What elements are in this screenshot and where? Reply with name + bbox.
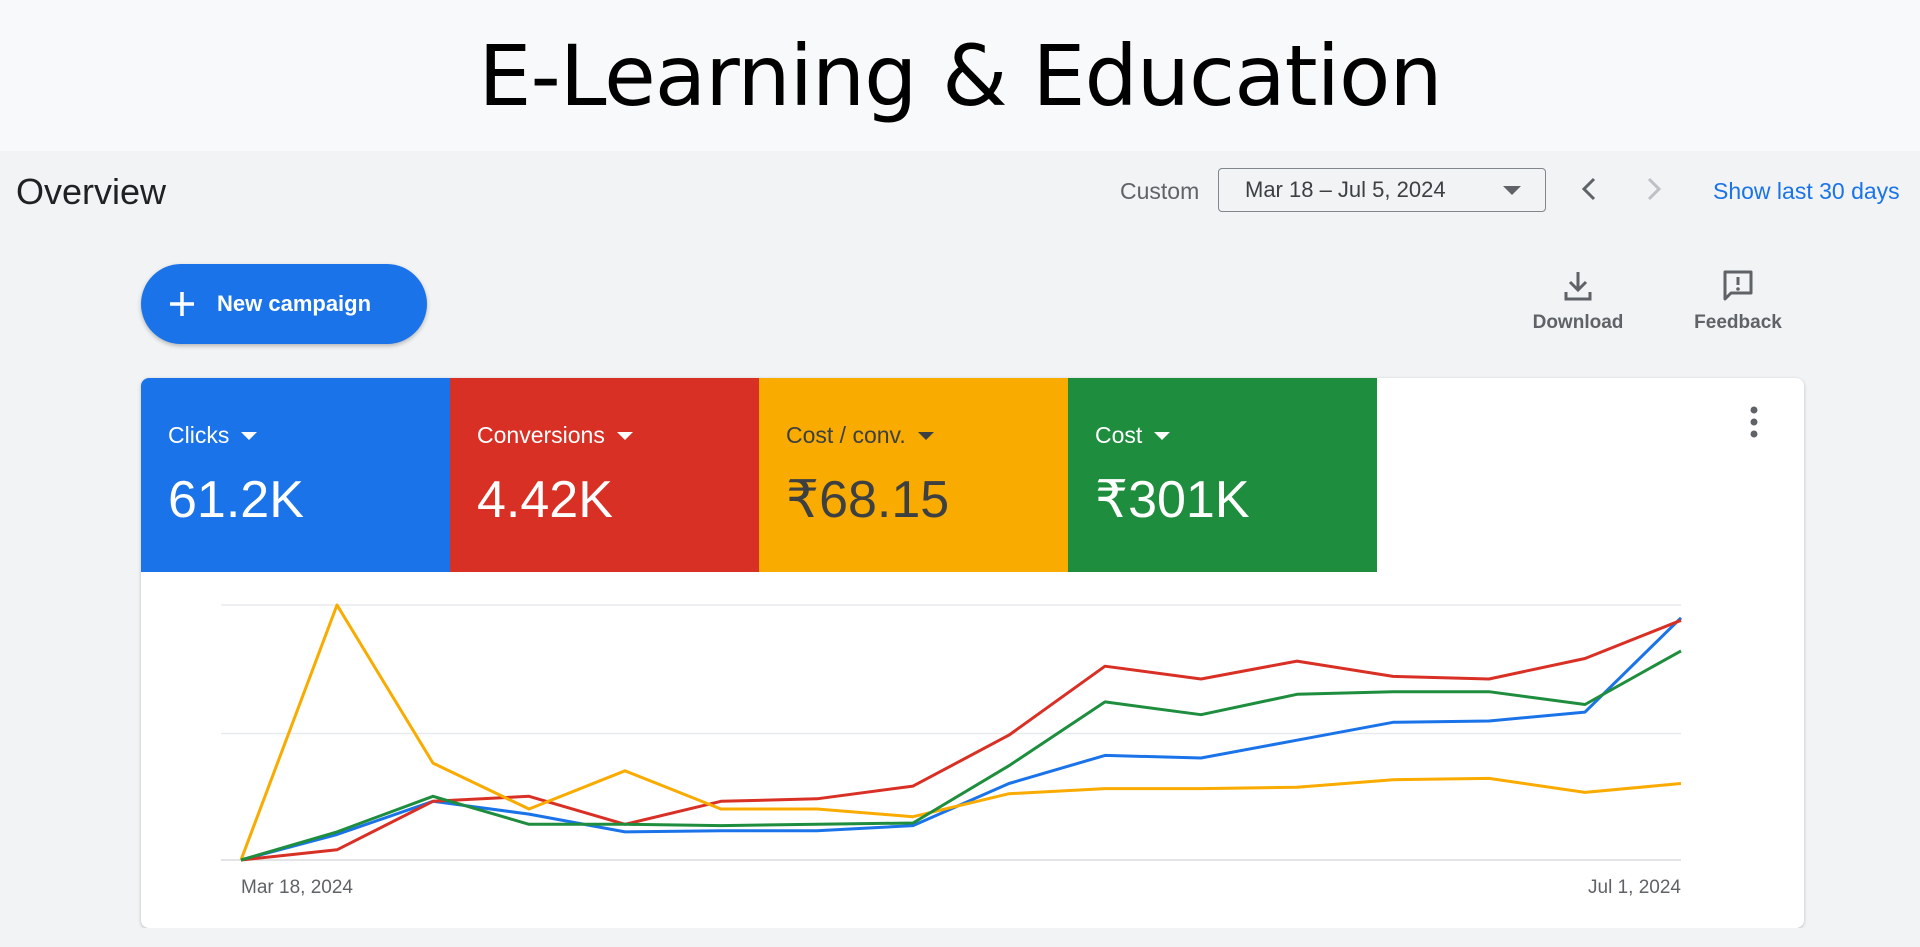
metric-tile-conversions[interactable]: Conversions 4.42K [450,378,759,572]
metric-value: ₹301K [1095,471,1250,529]
dropdown-arrow-icon [616,431,633,440]
metric-tile-clicks[interactable]: Clicks 61.2K [141,378,450,572]
feedback-label: Feedback [1694,312,1782,333]
metric-label: Clicks [168,422,230,448]
page-title: Overview [16,171,167,212]
download-label: Download [1532,312,1624,333]
feedback-icon [1723,270,1753,301]
chevron-right-icon[interactable] [1633,169,1673,209]
metric-value: 61.2K [168,471,304,529]
metric-value: 4.42K [477,471,613,529]
dropdown-arrow-icon [241,431,258,440]
range-type-label: Custom [1120,178,1200,204]
x-axis-end-label: Jul 1, 2024 [1588,877,1681,898]
download-icon [1564,272,1592,301]
metric-tile-cost-per-conv[interactable]: Cost / conv. ₹68.15 [759,378,1068,572]
metric-tile-cost[interactable]: Cost ₹301K [1068,378,1377,572]
bottom-strip [0,928,1920,947]
chevron-down-icon [1503,185,1521,195]
plus-icon [170,292,194,316]
metric-label: Cost / conv. [786,422,906,448]
line-chart: Mar 18, 2024 Jul 1, 2024 [221,603,1683,898]
new-campaign-button[interactable]: New campaign [141,264,427,344]
date-range-picker[interactable]: Mar 18 – Jul 5, 2024 [1218,168,1546,212]
dropdown-arrow-icon [917,431,934,440]
metric-value: ₹68.15 [786,471,950,529]
download-button[interactable]: Download [1518,266,1638,346]
metric-label: Cost [1095,422,1143,448]
series-line-cost-conv[interactable] [239,603,1682,861]
overview-header: Overview Custom Mar 18 – Jul 5, 2024 Sho… [0,151,1920,231]
date-range-value: Mar 18 – Jul 5, 2024 [1245,177,1446,202]
show-last-30-days-link[interactable]: Show last 30 days [1713,178,1900,205]
page-banner: E-Learning & Education [0,0,1920,151]
banner-title: E-Learning & Education [478,26,1442,125]
more-options-icon[interactable] [1744,404,1764,440]
performance-card: Clicks 61.2K Conversions 4.42K Cost / co… [141,378,1804,928]
series-line-cost[interactable] [240,649,1682,862]
x-axis-start-label: Mar 18, 2024 [241,877,353,898]
feedback-button[interactable]: Feedback [1678,266,1798,346]
dropdown-arrow-icon [1154,431,1171,440]
new-campaign-label: New campaign [217,291,372,316]
metric-label: Conversions [477,422,605,448]
series-line-clicks[interactable] [240,616,1683,862]
series-line-conversions[interactable] [240,618,1682,862]
chevron-left-icon[interactable] [1570,169,1610,209]
